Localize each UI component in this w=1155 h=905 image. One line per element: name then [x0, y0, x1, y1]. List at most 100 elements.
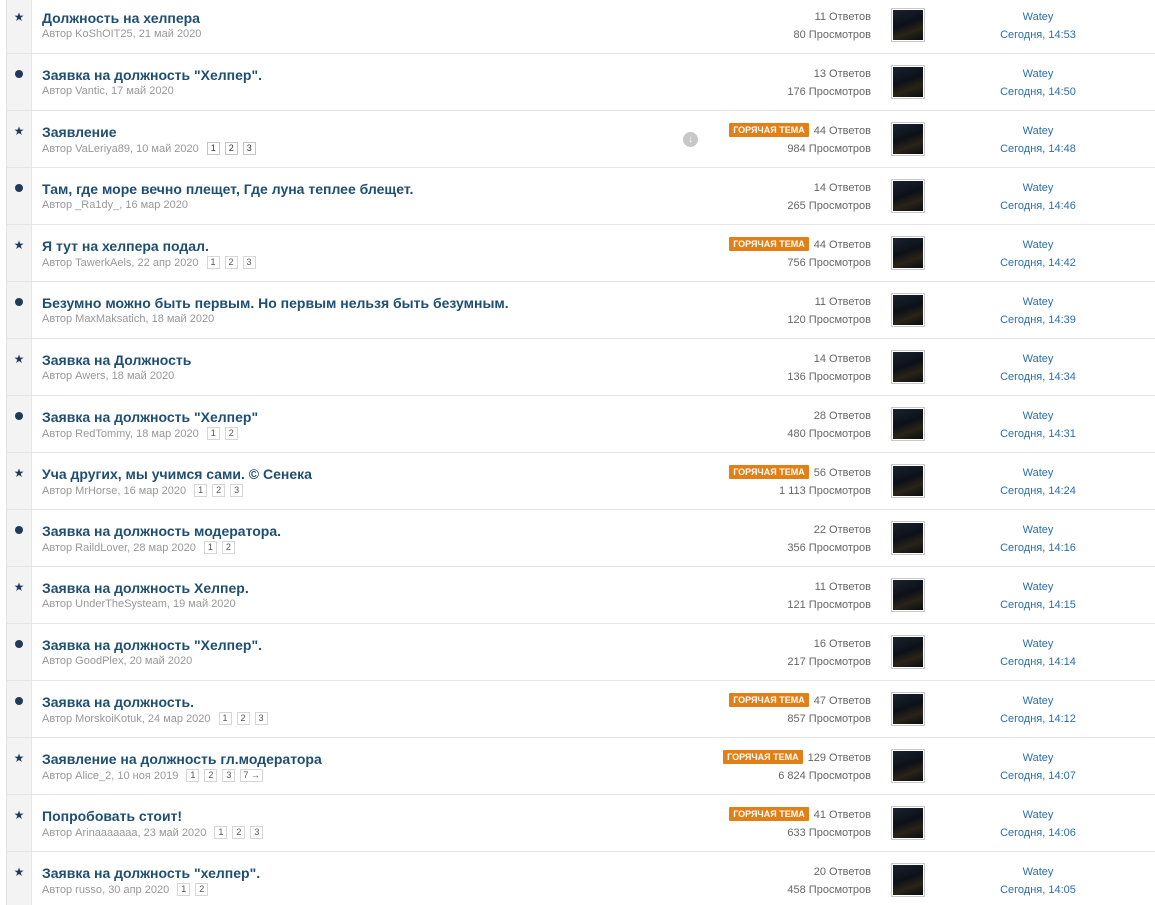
page-link[interactable]: 1 [218, 712, 232, 725]
last-poster-link[interactable]: Watey [985, 635, 1091, 653]
avatar[interactable] [891, 122, 925, 156]
page-link[interactable]: 2 [232, 826, 246, 839]
page-link[interactable]: 1 [206, 142, 220, 155]
avatar[interactable] [891, 464, 925, 498]
topic-title-link[interactable]: Заявка на должность "Хелпер". [42, 637, 262, 653]
topic-title-link[interactable]: Уча других, мы учимся сами. © Сенека [42, 466, 312, 482]
avatar[interactable] [891, 692, 925, 726]
last-post-time-link[interactable]: Сегодня, 14:31 [985, 425, 1091, 443]
last-poster-link[interactable]: Watey [985, 749, 1091, 767]
author-link[interactable]: RedTommy [75, 428, 130, 440]
page-link[interactable]: 2 [224, 427, 238, 440]
last-poster-link[interactable]: Watey [985, 521, 1091, 539]
last-poster-link[interactable]: Watey [985, 806, 1091, 824]
last-poster-link[interactable]: Watey [985, 464, 1091, 482]
avatar[interactable] [891, 521, 925, 555]
topic-title-link[interactable]: Заявка на должность "Хелпер". [42, 67, 262, 83]
last-post-time-link[interactable]: Сегодня, 14:42 [985, 254, 1091, 272]
author-link[interactable]: Arinaaaaaaa [75, 827, 137, 839]
page-link[interactable]: 2 [212, 484, 226, 497]
topic-title-link[interactable]: Заявка на должность "Хелпер" [42, 409, 258, 425]
avatar[interactable] [891, 236, 925, 270]
last-poster-link[interactable]: Watey [985, 236, 1091, 254]
page-link[interactable]: 2 [221, 541, 235, 554]
avatar[interactable] [891, 179, 925, 213]
topic-title-link[interactable]: Заявка на должность. [42, 694, 194, 710]
author-link[interactable]: GoodPlex [75, 655, 123, 667]
last-post-time-link[interactable]: Сегодня, 14:24 [985, 482, 1091, 500]
avatar[interactable] [891, 635, 925, 669]
last-poster-link[interactable]: Watey [985, 407, 1091, 425]
last-post-time-link[interactable]: Сегодня, 14:16 [985, 539, 1091, 557]
last-poster-link[interactable]: Watey [985, 65, 1091, 83]
avatar[interactable] [891, 350, 925, 384]
page-link[interactable]: 3 [230, 484, 244, 497]
topic-title-link[interactable]: Я тут на хелпера подал. [42, 238, 209, 254]
page-link[interactable]: 2 [204, 769, 218, 782]
page-link[interactable]: 1 [203, 541, 217, 554]
author-link[interactable]: russo [75, 884, 102, 896]
last-post-time-link[interactable]: Сегодня, 14:53 [985, 26, 1091, 44]
author-link[interactable]: MrHorse [75, 485, 117, 497]
topic-title-link[interactable]: Должность на хелпера [42, 10, 200, 26]
page-link[interactable]: 1 [206, 427, 220, 440]
page-link[interactable]: 1 [194, 484, 208, 497]
avatar[interactable] [891, 578, 925, 612]
last-poster-link[interactable]: Watey [985, 293, 1091, 311]
last-post-time-link[interactable]: Сегодня, 14:06 [985, 824, 1091, 842]
page-link[interactable]: 3 [242, 256, 256, 269]
last-poster-link[interactable]: Watey [985, 863, 1091, 881]
page-link[interactable]: 2 [224, 256, 238, 269]
author-link[interactable]: KoShOIT25 [75, 28, 132, 40]
page-link[interactable]: 1 [177, 883, 191, 896]
avatar[interactable] [891, 749, 925, 783]
last-poster-link[interactable]: Watey [985, 350, 1091, 368]
page-link[interactable]: 2 [236, 712, 250, 725]
last-post-time-link[interactable]: Сегодня, 14:46 [985, 197, 1091, 215]
author-link[interactable]: RaildLover [75, 542, 127, 554]
avatar[interactable] [891, 806, 925, 840]
page-link[interactable]: 2 [195, 883, 209, 896]
author-link[interactable]: UnderTheSysteam [75, 598, 167, 610]
last-poster-link[interactable]: Watey [985, 692, 1091, 710]
last-poster-link[interactable]: Watey [985, 179, 1091, 197]
page-link[interactable]: 3 [222, 769, 236, 782]
last-post-time-link[interactable]: Сегодня, 14:34 [985, 368, 1091, 386]
avatar[interactable] [891, 293, 925, 327]
topic-title-link[interactable]: Безумно можно быть первым. Но первым нел… [42, 295, 509, 311]
page-link[interactable]: 1 [186, 769, 200, 782]
page-link[interactable]: 7 → [240, 769, 263, 782]
topic-title-link[interactable]: Заявка на должность модератора. [42, 523, 281, 539]
topic-title-link[interactable]: Заявка на должность Хелпер. [42, 580, 249, 596]
author-link[interactable]: VaLeriya89 [75, 143, 130, 155]
last-post-time-link[interactable]: Сегодня, 14:39 [985, 311, 1091, 329]
page-link[interactable]: 2 [224, 142, 238, 155]
author-link[interactable]: _Ra1dy_ [75, 199, 119, 211]
page-link[interactable]: 1 [214, 826, 228, 839]
author-link[interactable]: Awers [75, 370, 105, 382]
author-link[interactable]: Vantic [75, 85, 105, 97]
last-post-time-link[interactable]: Сегодня, 14:12 [985, 710, 1091, 728]
avatar[interactable] [891, 65, 925, 99]
download-icon[interactable]: ↓ [683, 132, 698, 147]
author-link[interactable]: MorskoiKotuk [75, 713, 142, 725]
last-post-time-link[interactable]: Сегодня, 14:14 [985, 653, 1091, 671]
last-poster-link[interactable]: Watey [985, 8, 1091, 26]
topic-title-link[interactable]: Заявление [42, 124, 117, 140]
page-link[interactable]: 3 [242, 142, 256, 155]
last-post-time-link[interactable]: Сегодня, 14:50 [985, 83, 1091, 101]
author-link[interactable]: Alice_2 [75, 770, 111, 782]
page-link[interactable]: 1 [206, 256, 220, 269]
page-link[interactable]: 3 [254, 712, 268, 725]
topic-title-link[interactable]: Заявка на должность "хелпер". [42, 865, 260, 881]
last-post-time-link[interactable]: Сегодня, 14:05 [985, 881, 1091, 899]
topic-title-link[interactable]: Заявка на Должность [42, 352, 191, 368]
page-link[interactable]: 3 [250, 826, 264, 839]
author-link[interactable]: MaxMaksatich [75, 313, 145, 325]
last-poster-link[interactable]: Watey [985, 578, 1091, 596]
topic-title-link[interactable]: Там, где море вечно плещет, Где луна теп… [42, 181, 413, 197]
avatar[interactable] [891, 407, 925, 441]
last-post-time-link[interactable]: Сегодня, 14:48 [985, 140, 1091, 158]
author-link[interactable]: TawerkAels [75, 257, 131, 269]
last-post-time-link[interactable]: Сегодня, 14:07 [985, 767, 1091, 785]
